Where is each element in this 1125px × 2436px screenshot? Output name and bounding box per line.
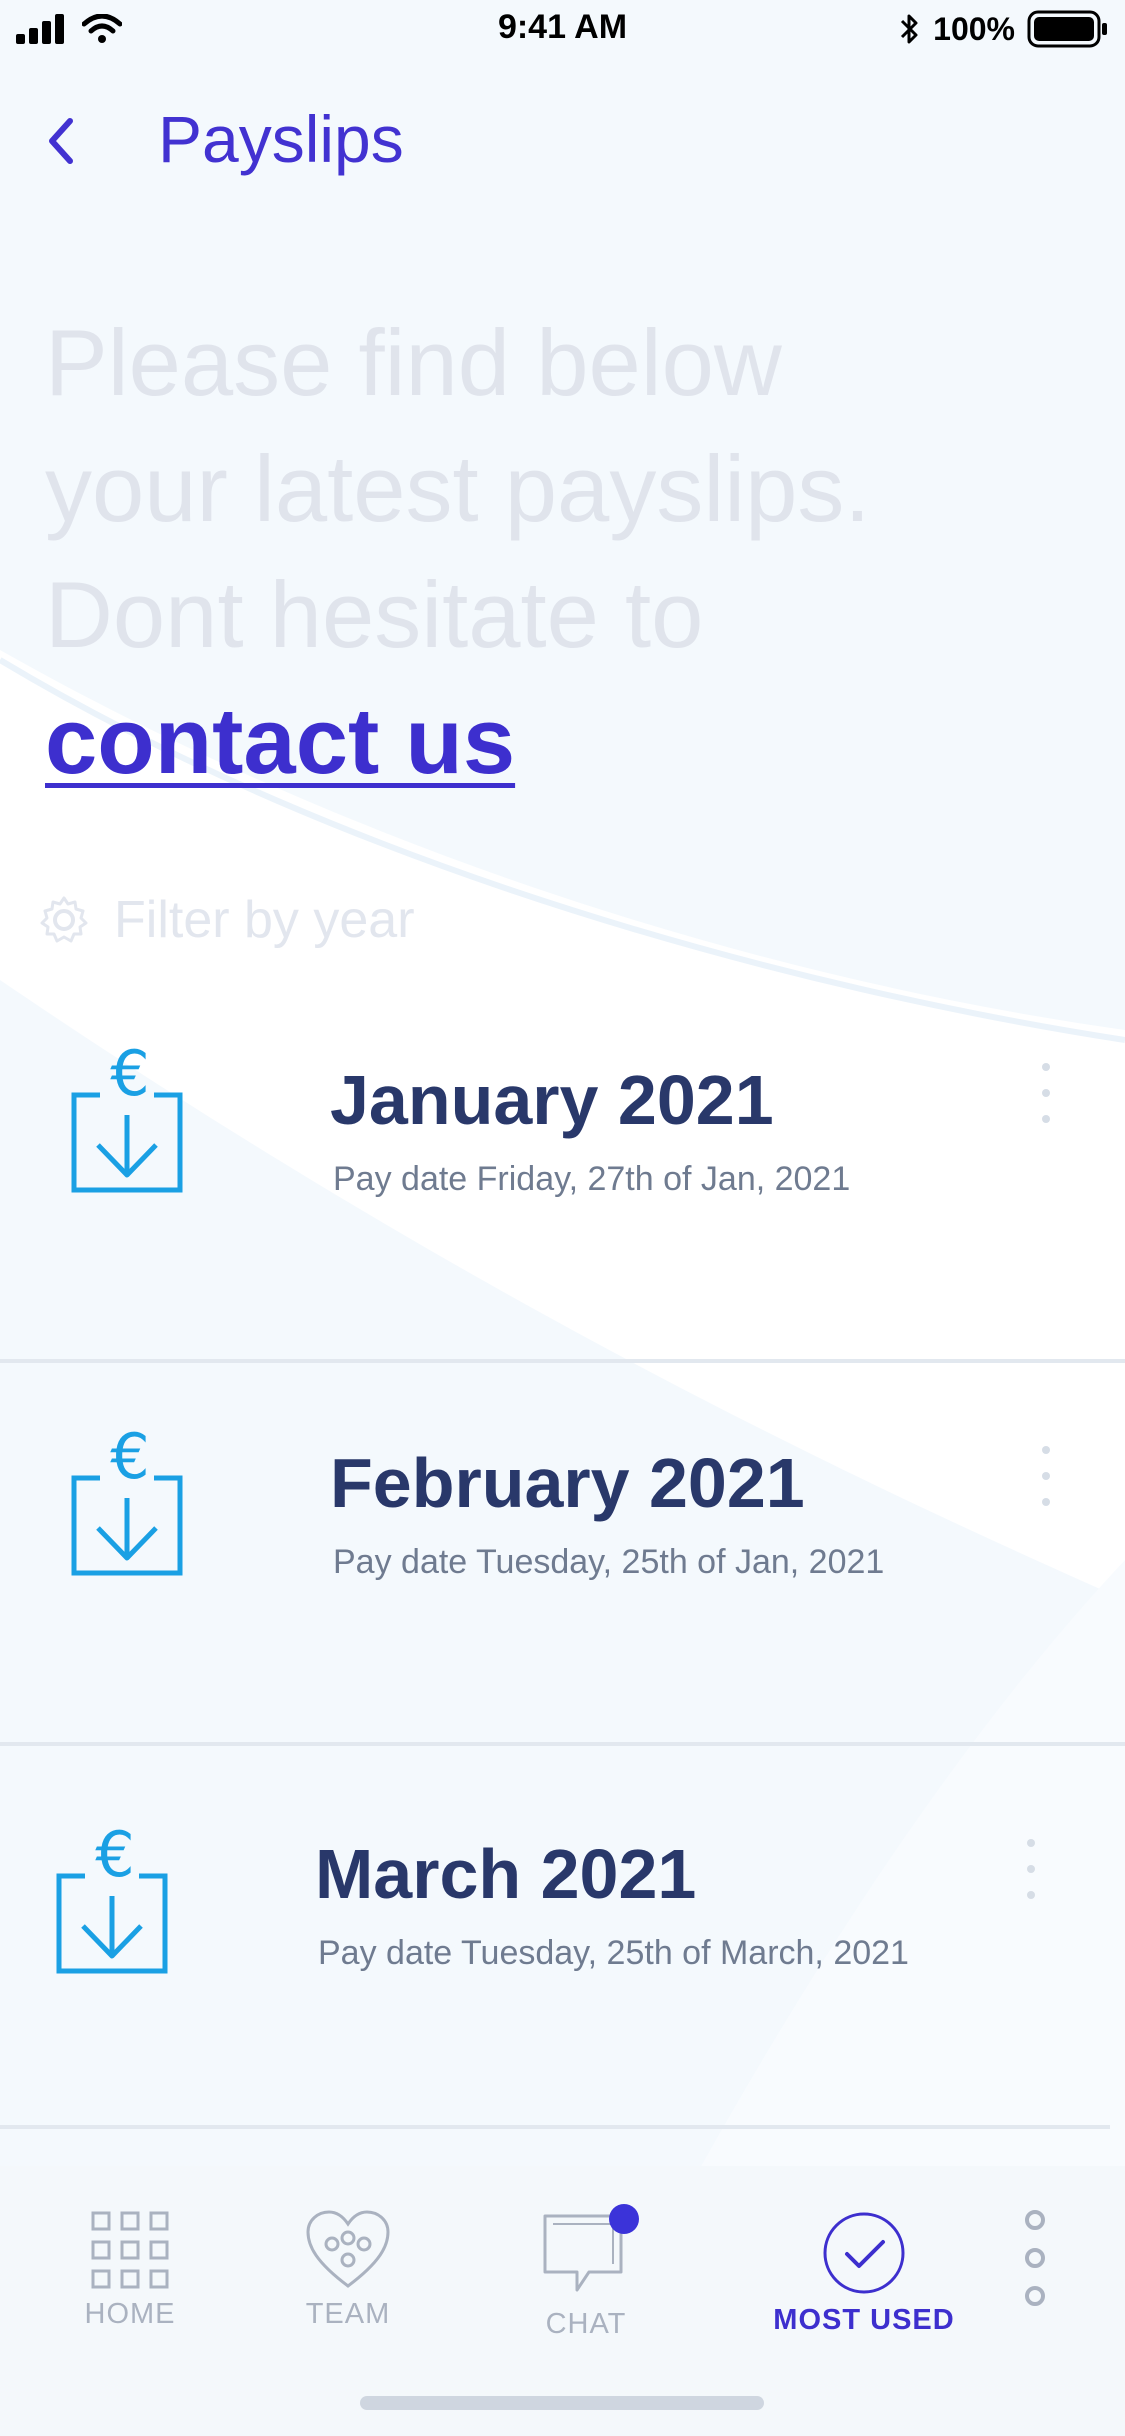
home-indicator	[360, 2396, 764, 2410]
battery-percentage: 100%	[933, 10, 1015, 47]
status-right: 100%	[899, 10, 1109, 48]
intro-message: Please find below your latest payslips. …	[45, 300, 1045, 804]
payslip-more-button[interactable]	[1031, 1063, 1061, 1123]
tab-chat[interactable]: CHAT	[486, 2204, 686, 2341]
tab-label: TEAM	[305, 2298, 391, 2330]
filter-label: Filter by year	[114, 891, 415, 949]
payslip-pay-date: Pay date Friday, 27th of Jan, 2021	[333, 1160, 851, 1198]
chat-notification-badge	[609, 2204, 639, 2234]
check-circle-icon	[823, 2212, 905, 2294]
tab-label: CHAT	[545, 2308, 627, 2340]
svg-text:€: €	[110, 1428, 149, 1493]
back-button[interactable]	[34, 111, 88, 171]
vertical-dots-icon[interactable]	[1015, 2210, 1055, 2306]
contact-us-link[interactable]: contact us	[45, 678, 515, 804]
svg-text:€: €	[95, 1826, 134, 1891]
payslip-month: March 2021	[315, 1835, 697, 1913]
payslip-more-button[interactable]	[1031, 1446, 1061, 1506]
tab-label: HOME	[84, 2298, 176, 2330]
battery-icon	[1027, 10, 1107, 48]
payslip-month: January 2021	[330, 1061, 774, 1139]
payslip-pay-date: Pay date Tuesday, 25th of Jan, 2021	[333, 1543, 885, 1581]
tab-label: MOST USED	[773, 2304, 955, 2336]
filter-by-year[interactable]: Filter by year	[38, 890, 415, 950]
heart-people-icon	[306, 2210, 390, 2288]
payslip-row-february[interactable]: € February 2021 Pay date Tuesday, 25th o…	[0, 1363, 1125, 1746]
payslip-row-march[interactable]: € March 2021 Pay date Tuesday, 25th of M…	[0, 1746, 1110, 2129]
payslips-screen: 9:41 AM 100% Payslips Please find below …	[0, 0, 1125, 2436]
euro-download-icon: €	[71, 1428, 183, 1576]
intro-line-3: Dont hesitate to	[45, 562, 704, 667]
tab-most-used[interactable]: MOST USED	[764, 2210, 964, 2337]
payslip-month: February 2021	[330, 1444, 805, 1522]
status-bar: 9:41 AM 100%	[0, 0, 1125, 60]
chevron-left-icon	[49, 118, 73, 164]
euro-download-icon: €	[71, 1045, 183, 1193]
intro-line-2: your latest payslips.	[45, 436, 871, 541]
chat-icon-wrapper	[541, 2204, 639, 2300]
intro-line-1: Please find below	[45, 310, 782, 415]
svg-text:€: €	[110, 1045, 149, 1110]
payslip-more-button[interactable]	[1016, 1839, 1046, 1899]
payslip-pay-date: Pay date Tuesday, 25th of March, 2021	[318, 1934, 909, 1972]
tab-team[interactable]: TEAM	[248, 2210, 448, 2331]
payslip-row-january[interactable]: € January 2021 Pay date Friday, 27th of …	[0, 980, 1125, 1363]
header: Payslips	[0, 95, 1125, 185]
euro-download-icon: €	[56, 1826, 168, 1974]
grid-icon	[91, 2211, 169, 2289]
bluetooth-icon	[901, 14, 918, 44]
gear-icon	[40, 896, 88, 943]
tab-home[interactable]: HOME	[30, 2210, 230, 2331]
page-title: Payslips	[158, 102, 404, 176]
